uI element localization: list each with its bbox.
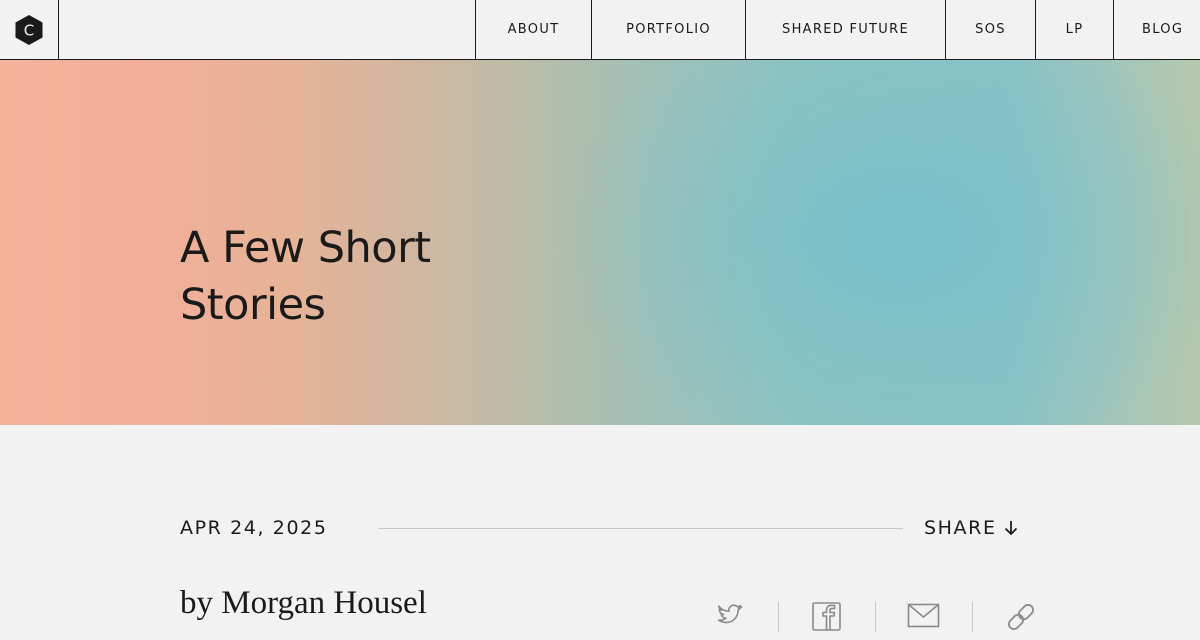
email-icon[interactable]: [906, 600, 942, 637]
twitter-icon[interactable]: [714, 600, 748, 637]
facebook-icon[interactable]: [810, 600, 844, 637]
nav-about[interactable]: ABOUT: [475, 0, 591, 59]
logo-letter: C: [24, 21, 34, 39]
nav-portfolio[interactable]: PORTFOLIO: [591, 0, 745, 59]
page-title: A Few Short Stories: [180, 220, 540, 334]
top-navigation: C ABOUT PORTFOLIO SHARED FUTURE SOS LP B…: [0, 0, 1200, 60]
author-byline: by Morgan Housel: [180, 585, 427, 621]
link-icon[interactable]: [1004, 600, 1038, 637]
nav-lp[interactable]: LP: [1035, 0, 1113, 59]
publish-date: APR 24, 2025: [180, 517, 328, 539]
logo-hexagon-icon: C: [15, 14, 43, 45]
hero-banner: A Few Short Stories: [0, 60, 1200, 425]
meta-divider: [378, 528, 903, 529]
nav-blog[interactable]: BLOG: [1113, 0, 1200, 59]
logo-link[interactable]: C: [0, 0, 59, 59]
arrow-down-icon: [1003, 519, 1019, 537]
share-button[interactable]: SHARE: [924, 517, 1019, 539]
title-line-1: A Few Short: [180, 223, 431, 273]
nav-shared-future[interactable]: SHARED FUTURE: [745, 0, 945, 59]
main-nav: ABOUT PORTFOLIO SHARED FUTURE SOS LP BLO…: [475, 0, 1200, 59]
title-line-2: Stories: [180, 280, 326, 330]
share-label: SHARE: [924, 517, 997, 539]
nav-sos[interactable]: SOS: [945, 0, 1035, 59]
